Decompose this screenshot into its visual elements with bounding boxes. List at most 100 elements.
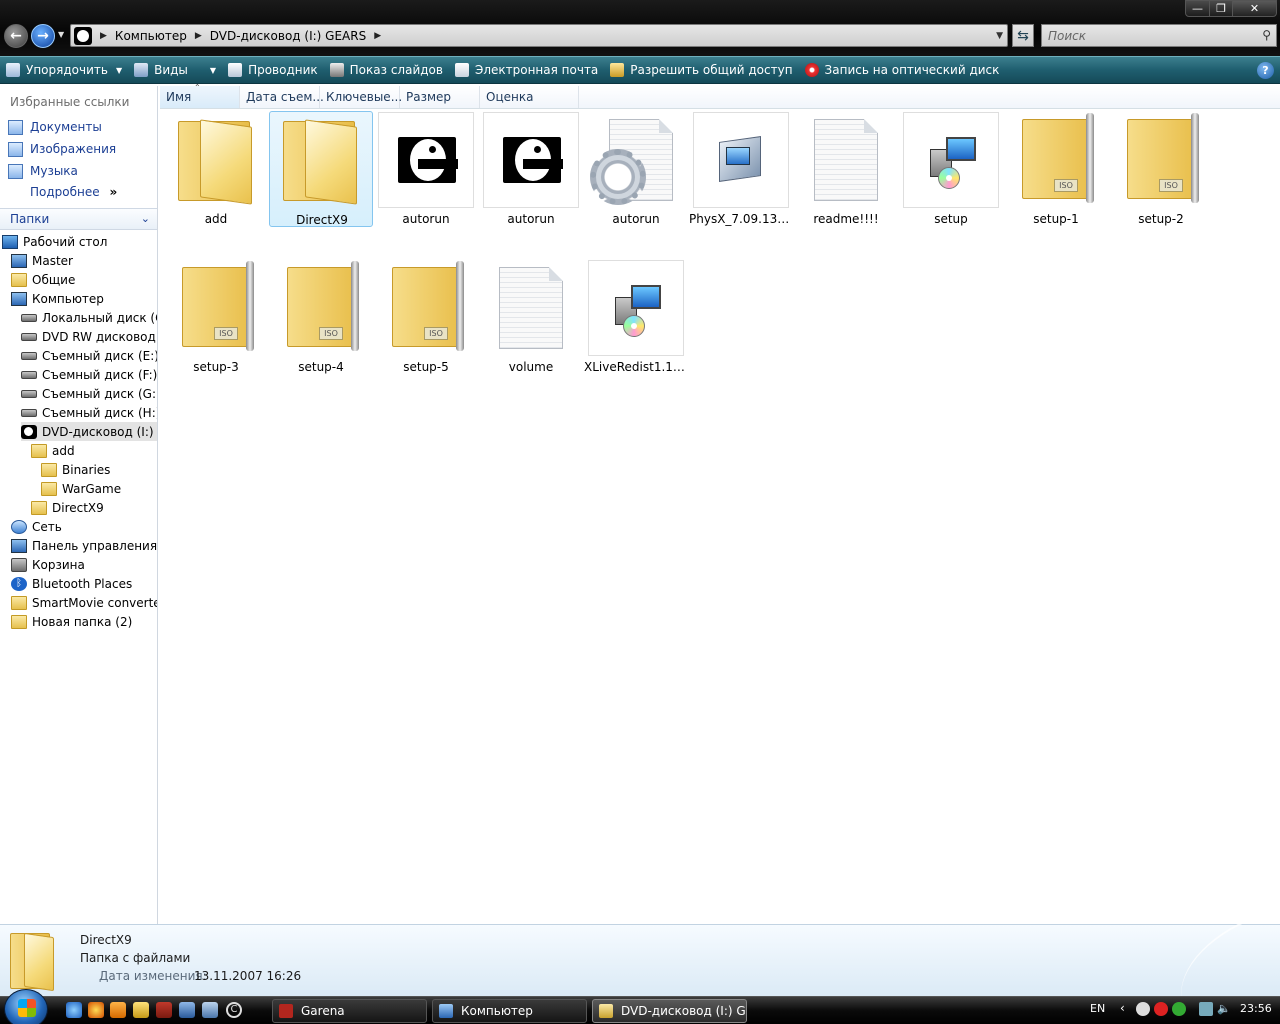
tree-item-drive-e[interactable]: Съемный диск (E:) [21, 346, 157, 365]
address-bar[interactable]: ▶ Компьютер ▶ DVD-дисковод (I:) GEARS ▶ … [70, 24, 1008, 47]
file-item[interactable]: XLiveRedist1.1.0... [584, 259, 688, 375]
column-size[interactable]: Размер [400, 86, 480, 108]
internet-explorer-icon[interactable] [66, 1002, 82, 1018]
folders-header[interactable]: Папки ⌄ [0, 208, 157, 230]
breadcrumb-dvd-drive[interactable]: DVD-дисковод (I:) GEARS [210, 29, 366, 43]
task-dvd-drive[interactable]: DVD-дисковод (I:) G... [592, 999, 747, 1023]
chevron-down-icon[interactable]: ⌄ [141, 212, 150, 225]
file-item[interactable]: ISO setup-1 [1004, 111, 1108, 227]
language-indicator[interactable]: EN [1090, 1002, 1105, 1015]
clock[interactable]: 23:56 [1240, 1002, 1272, 1015]
more-link[interactable]: Подробнее » [30, 185, 117, 199]
tree-item-new-folder-2[interactable]: Новая папка (2) [11, 612, 132, 631]
documents-icon [8, 119, 23, 135]
steam-icon[interactable] [1136, 1002, 1150, 1016]
column-date-taken[interactable]: Дата съем... [240, 86, 324, 108]
maximize-button[interactable]: ❐ [1209, 0, 1233, 17]
burn-button[interactable]: Запись на оптический диск [799, 57, 1006, 83]
command-bar: Упорядочить ▼ Виды ▼ Проводник Показ сла… [0, 56, 1280, 84]
column-name[interactable]: ⌃ Имя [160, 83, 240, 108]
file-item[interactable]: ISO setup-2 [1109, 111, 1213, 227]
copyright-app-icon[interactable]: C [226, 1002, 242, 1018]
app-shortcut-icon[interactable] [179, 1002, 195, 1018]
share-button[interactable]: Разрешить общий доступ [604, 57, 798, 83]
network-tray-icon[interactable] [1199, 1002, 1213, 1016]
tree-item-public[interactable]: Общие [11, 270, 75, 289]
address-dropdown-icon[interactable]: ▼ [996, 31, 1003, 41]
tree-item-smartmovie[interactable]: SmartMovie converted files [11, 593, 157, 612]
breadcrumb-separator-icon[interactable]: ▶ [374, 31, 381, 41]
organize-button[interactable]: Упорядочить ▼ [0, 57, 128, 83]
tree-item-drive-i[interactable]: DVD-дисковод (I:) GEARS [21, 422, 157, 441]
tree-label: Рабочий стол [23, 234, 108, 249]
search-input[interactable]: Поиск ⚲ [1041, 24, 1277, 47]
views-button[interactable]: Виды ▼ [128, 57, 222, 83]
messenger-icon[interactable] [1172, 1002, 1186, 1016]
email-button[interactable]: Электронная почта [449, 57, 604, 83]
breadcrumb-separator-icon[interactable]: ▶ [195, 31, 202, 41]
tree-item-master[interactable]: Master [11, 251, 73, 270]
tree-item-drive-d[interactable]: DVD RW дисковод (D:) [21, 327, 157, 346]
refresh-icon: ⇆ [1017, 27, 1029, 44]
file-item[interactable]: ISO setup-3 [164, 259, 268, 375]
back-button[interactable]: ← [4, 24, 28, 48]
file-item[interactable]: readme!!!! [794, 111, 898, 227]
media-player-icon[interactable] [110, 1002, 126, 1018]
browser-icon[interactable] [88, 1002, 104, 1018]
tree-item-binaries[interactable]: Binaries [41, 460, 110, 479]
file-item[interactable]: setup [899, 111, 1003, 227]
file-item[interactable]: add [164, 111, 268, 227]
forward-button[interactable]: → [31, 24, 55, 48]
tree-item-control-panel[interactable]: Панель управления [11, 536, 157, 555]
tree-item-drive-h[interactable]: Съемный диск (H:) [21, 403, 157, 422]
column-keywords[interactable]: Ключевые... [320, 86, 402, 108]
favorite-documents[interactable]: Документы [8, 118, 102, 136]
volume-icon[interactable]: 🔈 [1217, 1002, 1231, 1016]
tree-item-desktop[interactable]: Рабочий стол [2, 232, 107, 251]
explorer-button[interactable]: Проводник [222, 57, 324, 83]
tree-item-drive-g[interactable]: Съемный диск (G:) [21, 384, 157, 403]
file-item[interactable]: autorun [584, 111, 688, 227]
tree-item-recycle-bin[interactable]: Корзина [11, 555, 85, 574]
tree-item-bluetooth[interactable]: ᛒ Bluetooth Places [11, 574, 132, 593]
refresh-button[interactable]: ⇆ [1012, 24, 1034, 47]
task-computer[interactable]: Компьютер [432, 999, 587, 1023]
slideshow-button[interactable]: Показ слайдов [324, 57, 449, 83]
search-icon[interactable]: ⚲ [1262, 28, 1271, 42]
antivirus-icon[interactable] [1154, 1002, 1168, 1016]
favorite-pictures[interactable]: Изображения [8, 140, 116, 158]
file-item[interactable]: DirectX9 [269, 111, 373, 227]
tree-item-network[interactable]: Сеть [11, 517, 62, 536]
file-item[interactable]: autorun [374, 111, 478, 227]
file-item[interactable]: ISO setup-5 [374, 259, 478, 375]
column-rating[interactable]: Оценка [480, 86, 579, 108]
setup-thumbnail [588, 260, 684, 356]
show-desktop-icon[interactable] [202, 1002, 218, 1018]
breadcrumb-separator-icon[interactable]: ▶ [100, 31, 107, 41]
minimize-button[interactable]: — [1185, 0, 1210, 17]
file-item[interactable]: autorun [479, 111, 583, 227]
recent-pages-dropdown[interactable]: ▼ [58, 30, 64, 39]
task-garena[interactable]: Garena [272, 999, 427, 1023]
tree-item-add[interactable]: add [31, 441, 75, 460]
folder-icon [31, 443, 47, 458]
close-button[interactable]: ✕ [1232, 0, 1277, 17]
favorite-music[interactable]: Музыка [8, 162, 78, 180]
file-item[interactable]: ISO setup-4 [269, 259, 373, 375]
app-shortcut-icon[interactable] [156, 1002, 172, 1018]
breadcrumb-computer[interactable]: Компьютер [115, 29, 187, 43]
details-pane: DirectX9 Папка с файлами Дата изменения:… [0, 915, 1280, 1007]
tree-item-drive-f[interactable]: Съемный диск (F:) [21, 365, 157, 384]
file-item[interactable]: volume [479, 259, 583, 375]
start-button[interactable] [4, 989, 48, 1024]
app-shortcut-icon[interactable] [133, 1002, 149, 1018]
help-button[interactable]: ? [1257, 62, 1274, 79]
file-item[interactable]: PhysX_7.09.13_SystemSoftware [689, 111, 793, 227]
tree-item-drive-c[interactable]: Локальный диск (C:) [21, 308, 157, 327]
tree-item-computer[interactable]: Компьютер [11, 289, 104, 308]
tray-expand-icon[interactable]: ‹ [1120, 1001, 1125, 1015]
burn-disc-icon [804, 63, 819, 77]
tree-item-wargame[interactable]: WarGame [41, 479, 121, 498]
tree-item-directx9[interactable]: DirectX9 [31, 498, 104, 517]
file-label: XLiveRedist1.1.0... [584, 360, 688, 374]
